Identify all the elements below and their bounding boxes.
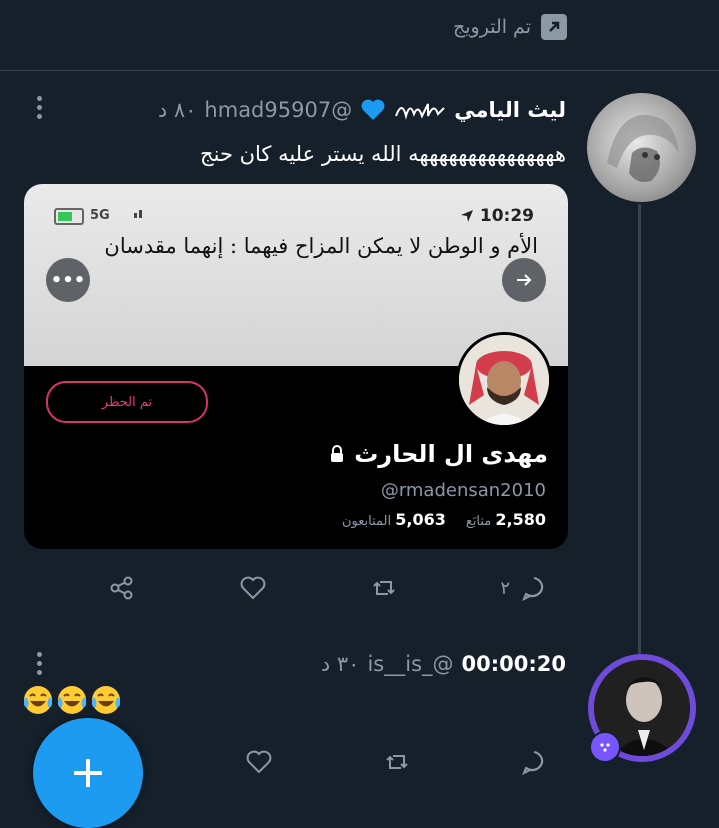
like-button[interactable] bbox=[239, 574, 267, 602]
tweet-emojis bbox=[22, 684, 122, 716]
network-label: 5G bbox=[90, 208, 110, 223]
signature-icon bbox=[395, 103, 445, 120]
retweet-arrow-icon bbox=[541, 14, 567, 40]
avatar[interactable] bbox=[587, 93, 696, 202]
more-vertical-icon[interactable] bbox=[37, 652, 43, 675]
blocked-button[interactable]: تم الحظر bbox=[46, 381, 208, 423]
signal-icon bbox=[134, 210, 142, 218]
tweet-header: ليث اليامي @hmad95907 ٨٠ د bbox=[158, 98, 566, 122]
blue-heart-icon bbox=[361, 99, 385, 120]
tweet-actions bbox=[108, 748, 548, 776]
compose-icon bbox=[74, 759, 102, 787]
promoted-bar: تم الترويج bbox=[453, 14, 567, 40]
location-arrow-icon bbox=[460, 210, 473, 222]
display-name[interactable]: 00:00:20 bbox=[462, 652, 566, 676]
next-arrow-icon[interactable] bbox=[502, 258, 546, 302]
profile-avatar bbox=[456, 332, 552, 428]
quote-text: الأم و الوطن لا يمكن المزاح فيهما : إنهم… bbox=[104, 234, 538, 258]
retweet-button[interactable] bbox=[370, 574, 398, 602]
retweet-button[interactable] bbox=[383, 748, 411, 776]
status-time: 10:29 bbox=[460, 206, 534, 226]
like-button[interactable] bbox=[245, 748, 273, 776]
compose-button[interactable] bbox=[33, 718, 143, 828]
face-with-tears-of-joy-icon bbox=[91, 686, 121, 714]
share-icon bbox=[110, 576, 133, 600]
timestamp: ٣٠ د bbox=[320, 652, 360, 676]
face-with-tears-of-joy-icon bbox=[23, 686, 53, 714]
more-vertical-icon[interactable] bbox=[37, 96, 43, 119]
reply-button[interactable]: ٢ bbox=[500, 574, 548, 602]
profile-handle: @rmadensan2010 bbox=[380, 480, 546, 501]
followers-stat: 5,063 المتابعون bbox=[341, 510, 446, 529]
profile-stats: 2,580 متابَع 5,063 المتابعون bbox=[342, 510, 546, 529]
spaces-icon[interactable] bbox=[589, 731, 621, 763]
following-stat: 2,580 متابَع bbox=[465, 510, 546, 529]
divider bbox=[0, 70, 719, 71]
reply-icon bbox=[522, 577, 544, 602]
retweet-icon bbox=[372, 581, 395, 595]
reply-icon bbox=[522, 751, 544, 776]
reply-button[interactable] bbox=[520, 748, 548, 776]
lock-icon bbox=[331, 445, 344, 462]
handle[interactable]: @_is__is bbox=[367, 652, 453, 676]
more-horizontal-icon[interactable]: ••• bbox=[46, 258, 90, 302]
handle[interactable]: @hmad95907 bbox=[204, 98, 352, 122]
face-with-tears-of-joy-icon bbox=[57, 686, 87, 714]
reply-count: ٢ bbox=[500, 577, 510, 599]
like-icon bbox=[240, 576, 266, 600]
battery-icon bbox=[54, 208, 84, 225]
tweet-header: 00:00:20 @_is__is ٣٠ د bbox=[321, 652, 566, 676]
thread-line bbox=[638, 204, 641, 654]
tweet-actions: ٢ bbox=[108, 574, 548, 602]
promoted-label: تم الترويج bbox=[453, 16, 531, 38]
media-card[interactable]: 5G 10:29 الأم و الوطن لا يمكن المزاح فيه… bbox=[24, 184, 568, 549]
display-name[interactable]: ليث اليامي bbox=[454, 98, 566, 122]
tweet-text: هههههههههههههههه الله يستر عليه كان حنج bbox=[200, 142, 566, 166]
timestamp: ٨٠ د bbox=[157, 98, 197, 122]
profile-name: مهدى ال الحارث bbox=[328, 440, 548, 468]
share-button[interactable] bbox=[108, 574, 136, 602]
like-icon bbox=[246, 750, 272, 774]
retweet-icon bbox=[385, 755, 408, 769]
